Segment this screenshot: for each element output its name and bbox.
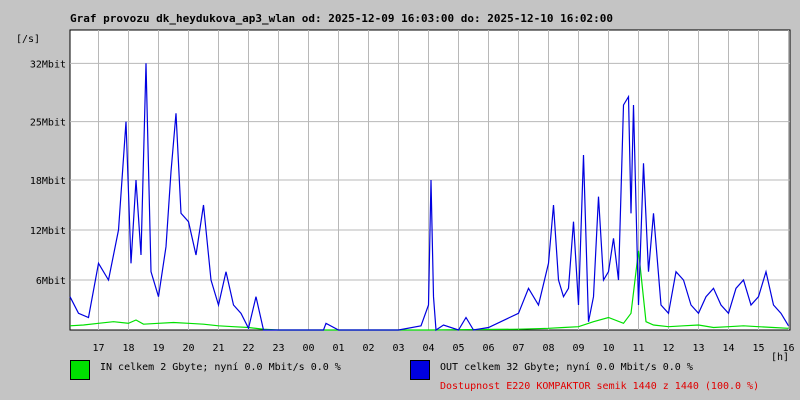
x-tick-label: 15	[752, 343, 764, 354]
x-tick-label: 14	[722, 343, 734, 354]
x-axis-ticks: 17 18 19 20 21 22 23 00 01 02 03 04 05 06 07 08 09 10 11 12…	[92, 343, 794, 354]
availability-text: Dostupnost E220 KOMPAKTOR semik 1440 z 1…	[440, 381, 760, 392]
x-tick-label: 03	[392, 343, 404, 354]
y-tick-label: 6Mbit	[36, 276, 66, 287]
legend-in-swatch	[70, 360, 90, 380]
x-tick-label: 06	[482, 343, 494, 354]
legend-out-swatch	[410, 360, 430, 380]
x-tick-label: 22	[242, 343, 254, 354]
x-tick-label: 17	[92, 343, 104, 354]
x-tick-label: 07	[512, 343, 524, 354]
x-tick-label: 20	[182, 343, 194, 354]
y-axis-label: [/s]	[16, 34, 40, 45]
y-axis-ticks: 6Mbit 12Mbit 18Mbit 25Mbit 32Mbit	[30, 59, 66, 287]
x-tick-label: 08	[542, 343, 554, 354]
x-tick-label: 19	[152, 343, 164, 354]
x-tick-label: 10	[602, 343, 614, 354]
x-tick-label: 01	[332, 343, 344, 354]
legend-in-label: IN celkem 2 Gbyte; nyní 0.0 Mbit/s 0.0 %	[100, 362, 341, 373]
x-tick-label: 11	[632, 343, 644, 354]
chart-canvas: 6Mbit 12Mbit 18Mbit 25Mbit 32Mbit 17 18 19 20 21…	[16, 29, 795, 363]
y-tick-label: 32Mbit	[30, 59, 66, 70]
y-tick-label: 18Mbit	[30, 176, 66, 187]
x-tick-label: 13	[692, 343, 704, 354]
x-tick-label: 05	[452, 343, 464, 354]
x-tick-label: 23	[272, 343, 284, 354]
x-axis-label: [h]	[771, 352, 789, 363]
x-tick-label: 12	[662, 343, 674, 354]
legend-out-label: OUT celkem 32 Gbyte; nyní 0.0 Mbit/s 0.0…	[440, 362, 693, 373]
x-tick-label: 21	[212, 343, 224, 354]
x-tick-label: 09	[572, 343, 584, 354]
x-tick-label: 04	[422, 343, 434, 354]
y-tick-label: 25Mbit	[30, 118, 66, 129]
y-tick-label: 12Mbit	[30, 226, 66, 237]
x-tick-label: 18	[122, 343, 134, 354]
x-tick-label: 00	[302, 343, 314, 354]
x-tick-label: 02	[362, 343, 374, 354]
